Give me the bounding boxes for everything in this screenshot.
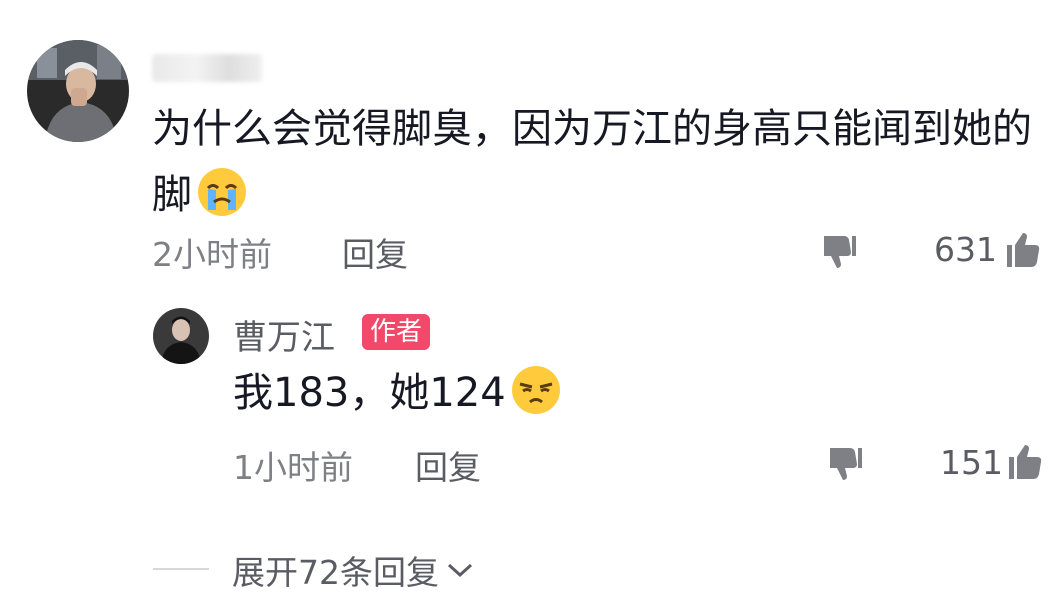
like-icon[interactable]: [1005, 229, 1043, 273]
reply-like-count: 151: [940, 443, 1003, 482]
author-badge: 作者: [362, 314, 431, 350]
comment-text-body: 为什么会觉得脚臭，因为万江的身高只能闻到她的脚: [152, 106, 1032, 218]
expand-replies-button[interactable]: 展开72条回复: [232, 546, 475, 594]
commenter-avatar[interactable]: [27, 40, 129, 142]
expand-replies-label: 展开72条回复: [232, 553, 439, 592]
commenter-username-blurred[interactable]: [152, 54, 262, 82]
reply-text: 我183，她124: [233, 362, 562, 434]
comment-like-count: 631: [934, 230, 997, 269]
comment-reply-button[interactable]: 回复: [342, 228, 408, 276]
chevron-down-icon: [447, 563, 473, 578]
dislike-icon[interactable]: [820, 232, 858, 274]
like-icon[interactable]: [1007, 441, 1045, 485]
reply-author-avatar[interactable]: [153, 308, 209, 364]
smug-face-emoji: [510, 364, 562, 434]
reply-reply-button[interactable]: 回复: [415, 441, 481, 489]
reply-timestamp: 1小时前: [233, 448, 353, 487]
dislike-icon[interactable]: [826, 444, 864, 486]
expand-divider-line: [153, 568, 209, 570]
reply-text-body: 我183，她124: [233, 370, 506, 416]
comment-timestamp: 2小时前: [152, 235, 272, 274]
comment-text: 为什么会觉得脚臭，因为万江的身高只能闻到她的脚: [152, 96, 1032, 238]
reply-author-name[interactable]: 曹万江: [233, 310, 335, 359]
